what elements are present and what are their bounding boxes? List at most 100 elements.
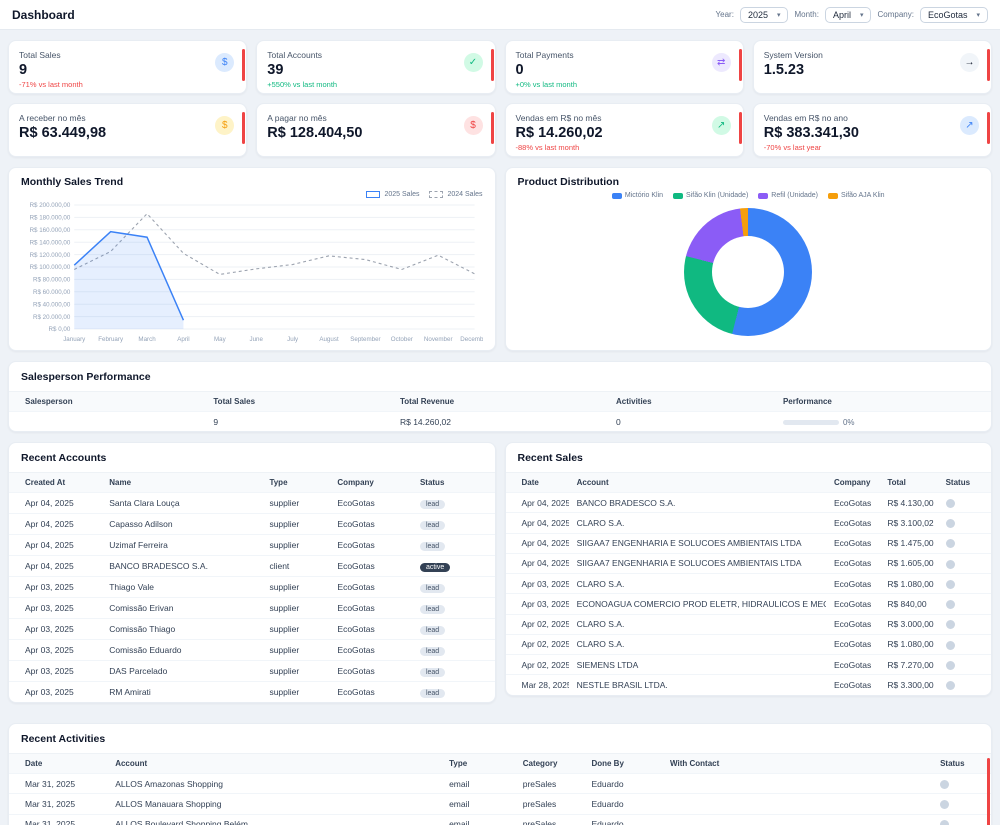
legend-item-2025-sales: 2025 Sales (366, 189, 419, 199)
red-accent-bar (738, 49, 742, 81)
column-header: Date (505, 472, 569, 493)
table-cell: Apr 03, 2025 (9, 639, 102, 661)
table-cell: ECONOAGUA COMERCIO PROD ELETR, HIDRAULIC… (568, 593, 826, 614)
stat-value: R$ 128.404,50 (267, 125, 363, 141)
table-row[interactable]: Apr 03, 2025 CLARO S.A. EcoGotas R$ 1.080,0… (505, 572, 991, 594)
status-badge: lead (419, 520, 446, 530)
table-cell: R$ 14.260,02 (391, 411, 608, 431)
table-cell: RM Amirati (101, 681, 262, 702)
salesperson-performance-title: Salesperson Performance (21, 371, 151, 383)
table-cell: Capasso Adilson (101, 513, 262, 535)
table-cell: Thiago Vale (101, 576, 262, 598)
table-row[interactable]: Mar 31, 2025 ALLOS Manauara Shopping email… (9, 793, 991, 814)
table-row[interactable]: Mar 28, 2025 NESTLE BRASIL LTDA. EcoGotas R… (505, 674, 991, 695)
status-badge (945, 559, 955, 569)
table-cell: 0 (608, 411, 775, 431)
month-select-value: April (832, 9, 851, 20)
table-cell: Apr 03, 2025 (505, 593, 569, 614)
table-row[interactable]: Apr 02, 2025 CLARO S.A. EcoGotas R$ 1.080,0… (505, 633, 991, 655)
red-accent-bar (490, 112, 494, 144)
column-header: Status (932, 753, 991, 774)
legend-swatch (366, 190, 381, 198)
svg-text:November: November (424, 336, 453, 343)
column-header: Type (441, 753, 515, 774)
dollar-payable-icon: $ (463, 116, 483, 135)
column-header: With Contact (662, 753, 933, 774)
scrollbar-thumb[interactable] (987, 758, 990, 825)
company-select[interactable]: EcoGotas ▾ (919, 6, 988, 23)
table-cell: EcoGotas (825, 613, 880, 635)
donut-hole (712, 236, 785, 308)
table-row[interactable]: Apr 03, 2025 Thiago Vale supplier EcoGotas l… (9, 576, 495, 598)
table-cell: EcoGotas (825, 674, 880, 695)
arrow-right-icon[interactable]: → (960, 53, 979, 72)
table-cell: R$ 1.605,00 (879, 552, 938, 574)
filters: Year: 2025 ▾ Month: April ▾ Company: Eco… (716, 6, 988, 23)
status-badge (945, 600, 955, 609)
table-cell: supplier (261, 492, 330, 514)
table-row[interactable]: Apr 04, 2025 SIIGAA7 ENGENHARIA E SOLUCOE… (505, 532, 991, 554)
table-row[interactable]: Apr 04, 2025 BANCO BRADESCO S.A. client Eco… (9, 555, 495, 577)
table-cell: R$ 1.080,00 (879, 572, 938, 594)
status-badge (945, 660, 955, 670)
table-cell: Apr 02, 2025 (505, 653, 569, 675)
table-row[interactable]: Apr 03, 2025 Comissão Thiago supplier EcoGo… (9, 618, 495, 640)
svg-text:R$ 140.000,00: R$ 140.000,00 (30, 239, 71, 246)
table-cell: Apr 03, 2025 (9, 618, 102, 640)
table-header-row: Salesperson Total Sales Total Revenue Activ… (9, 391, 991, 412)
table-cell: EcoGotas (329, 618, 412, 640)
table-cell: ALLOS Manauara Shopping (107, 793, 442, 814)
table-cell: Apr 04, 2025 (505, 491, 569, 513)
stat-value: R$ 63.449,98 (19, 125, 107, 141)
table-row[interactable]: Apr 04, 2025 BANCO BRADESCO S.A. EcoGotas R… (505, 491, 991, 513)
table-row[interactable]: Apr 03, 2025 RM Amirati supplier EcoGotas le… (9, 681, 495, 702)
table-row[interactable]: Apr 04, 2025 CLARO S.A. EcoGotas R$ 3.100,0… (505, 512, 991, 533)
table-cell: Apr 04, 2025 (505, 532, 569, 554)
table-row[interactable]: Apr 03, 2025 Comissão Eduardo supplier EcoG… (9, 639, 495, 661)
table-row[interactable]: Apr 02, 2025 CLARO S.A. EcoGotas R$ 3.000,0… (505, 613, 991, 635)
table-cell: Apr 02, 2025 (505, 613, 569, 635)
company-filter-label: Company: (877, 10, 914, 19)
column-header: Company (329, 472, 412, 493)
table-row[interactable]: Mar 31, 2025 ALLOS Boulevard Shopping Bel… (9, 813, 991, 825)
legend-swatch (827, 192, 838, 199)
table-row[interactable]: Apr 04, 2025 Uzimaf Ferreira supplier EcoGo… (9, 534, 495, 556)
table-row[interactable]: Mar 31, 2025 ALLOS Amazonas Shopping email… (9, 772, 991, 794)
table-row[interactable]: Apr 04, 2025 Santa Clara Louça supplier Eco… (9, 492, 495, 514)
column-header: Name (101, 472, 262, 493)
table-row[interactable]: 9 R$ 14.260,02 0 0% (9, 411, 991, 431)
table-cell: Apr 03, 2025 (9, 681, 102, 702)
svg-text:April: April (177, 336, 189, 343)
monthly-sales-trend-title: Monthly Sales Trend (21, 176, 124, 188)
recent-sales-card: Recent Sales Date Account Company Total Stat… (504, 442, 992, 696)
stat-card-total-accounts: Total Accounts 39 +550% vs last month ✓ (256, 40, 496, 94)
red-accent-bar (490, 49, 494, 81)
table-cell: R$ 1.080,00 (879, 633, 938, 655)
stat-value: 1.5.23 (763, 62, 805, 78)
company-select-value: EcoGotas (927, 9, 968, 20)
table-cell: DAS Parcelado (101, 660, 262, 682)
table-row[interactable]: Apr 03, 2025 DAS Parcelado supplier EcoGota… (9, 660, 495, 682)
table-cell: SIEMENS LTDA (568, 653, 826, 675)
red-accent-bar (242, 49, 246, 81)
table-row[interactable]: Apr 03, 2025 Comissão Erivan supplier EcoGo… (9, 597, 495, 619)
stat-label: Vendas em R$ no ano (763, 113, 848, 123)
recent-accounts-title: Recent Accounts (21, 452, 107, 464)
year-select[interactable]: 2025 ▾ (739, 6, 789, 23)
status-badge: lead (419, 688, 446, 698)
table-cell: R$ 4.130,00 (879, 491, 938, 513)
stat-card-total-payments: Total Payments 0 +0% vs last month ⇄ (504, 40, 744, 94)
table-row[interactable]: Apr 04, 2025 SIIGAA7 ENGENHARIA E SOLUCOE… (505, 552, 991, 574)
month-select[interactable]: April ▾ (824, 6, 872, 23)
status-badge: lead (419, 604, 446, 614)
stat-label: A receber no mês (19, 113, 86, 123)
table-row[interactable]: Apr 03, 2025 ECONOAGUA COMERCIO PROD ELET… (505, 593, 991, 614)
table-row[interactable]: Apr 02, 2025 SIEMENS LTDA EcoGotas R$ 7.270… (505, 653, 991, 675)
svg-text:December: December (460, 336, 482, 343)
table-row[interactable]: Apr 04, 2025 Capasso Adilson supplier EcoGo… (9, 513, 495, 535)
table-cell (9, 411, 206, 431)
red-accent-bar (987, 49, 990, 81)
status-badge: active (419, 562, 451, 572)
stat-card-payable-month: A pagar no mês R$ 128.404,50 $ (256, 103, 496, 157)
svg-text:R$ 20.000,00: R$ 20.000,00 (33, 314, 71, 321)
